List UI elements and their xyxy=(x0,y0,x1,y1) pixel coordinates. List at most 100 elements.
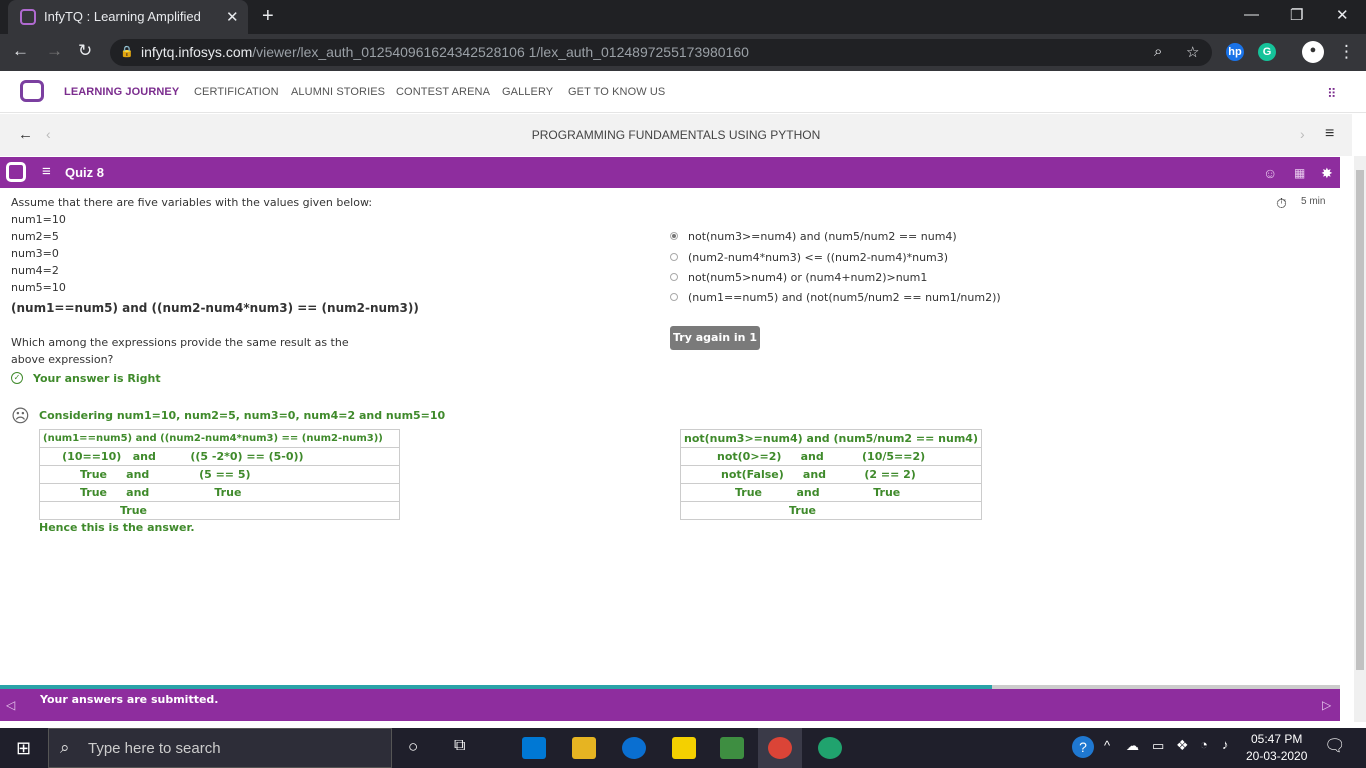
table-row: True xyxy=(680,501,982,520)
var-num3: num3=0 xyxy=(11,247,59,260)
table-row: not(False) and (2 == 2) xyxy=(680,465,982,484)
course-title: PROGRAMMING FUNDAMENTALS USING PYTHON xyxy=(531,128,821,142)
clock-date: 20-03-2020 xyxy=(1246,749,1308,763)
table-cell: True xyxy=(680,501,982,520)
left-evaluation-table: (num1==num5) and ((num2-num4*num3) == (n… xyxy=(39,429,400,520)
option-label-1[interactable]: not(num3>=num4) and (num5/num2 == num4) xyxy=(688,230,957,243)
nav-gallery[interactable]: GALLERY xyxy=(502,86,553,98)
restore-icon[interactable]: ❐ xyxy=(1290,6,1303,24)
option-radio-4[interactable] xyxy=(670,293,678,301)
option-radio-1[interactable] xyxy=(670,232,678,240)
nav-alumni-stories[interactable]: ALUMNI STORIES xyxy=(291,86,385,98)
conclusion-text: Hence this is the answer. xyxy=(39,521,195,534)
infytq-logo[interactable] xyxy=(20,80,44,102)
bookmark-star-icon[interactable]: ☆ xyxy=(1186,43,1199,61)
submission-message: Your answers are submitted. xyxy=(40,693,219,706)
table-cell: True and (5 == 5) xyxy=(39,465,400,484)
table-cell: not(False) and (2 == 2) xyxy=(680,465,982,484)
var-num1: num1=10 xyxy=(11,213,66,226)
atom-icon[interactable] xyxy=(818,737,842,759)
var-num2: num2=5 xyxy=(11,230,59,243)
task-view-icon[interactable]: ⧉ xyxy=(454,737,465,755)
stopwatch-icon: ⏱ xyxy=(1276,195,1287,211)
table-row: not(0>=2) and (10/5==2) xyxy=(680,447,982,466)
chrome-icon[interactable] xyxy=(768,737,792,759)
apps-grid-icon[interactable]: ⠿ xyxy=(1327,86,1337,102)
explanation-title: Considering num1=10, num2=5, num3=0, num… xyxy=(39,409,446,422)
table-cell: not(num3>=num4) and (num5/num2 == num4) xyxy=(680,429,982,448)
option-radio-3[interactable] xyxy=(670,273,678,281)
edge-browser-icon[interactable] xyxy=(622,737,646,759)
help-icon[interactable]: ? xyxy=(1072,736,1094,758)
nav-learning-journey[interactable]: LEARNING JOURNEY xyxy=(64,86,179,98)
option-label-3[interactable]: not(num5>num4) or (num4+num2)>num1 xyxy=(688,271,927,284)
hamburger-menu-icon[interactable]: ≡ xyxy=(1325,125,1334,143)
tray-chevron-icon[interactable]: ^ xyxy=(1104,738,1110,753)
table-cell: True xyxy=(39,501,400,520)
cloud-icon[interactable]: ☁ xyxy=(1126,738,1139,754)
volume-icon[interactable]: ♪ xyxy=(1222,737,1229,752)
profile-avatar-icon[interactable]: ● xyxy=(1302,41,1324,63)
sticky-notes-icon[interactable] xyxy=(672,737,696,759)
table-row: (10==10) and ((5 -2*0) == (5-0)) xyxy=(39,447,400,466)
zoom-icon[interactable]: ⌕ xyxy=(1154,43,1162,60)
nav-get-to-know-us[interactable]: GET TO KNOW US xyxy=(568,86,665,98)
calendar-icon[interactable]: ▦ xyxy=(1294,166,1305,180)
question-intro: Assume that there are five variables wit… xyxy=(11,196,373,209)
new-tab-button[interactable]: + xyxy=(262,5,274,28)
clock-time: 05:47 PM xyxy=(1251,732,1303,746)
table-cell: True and True xyxy=(680,483,982,502)
table-row: (num1==num5) and ((num2-num4*num3) == (n… xyxy=(39,429,400,448)
option-label-2[interactable]: (num2-num4*num3) <= ((num2-num4)*num3) xyxy=(688,251,948,264)
windows-start-icon[interactable]: ⊞ xyxy=(16,738,31,759)
grammarly-extension-icon[interactable]: G xyxy=(1258,43,1276,61)
hp-extension-icon[interactable]: hp xyxy=(1226,43,1244,61)
quiz-header xyxy=(0,157,1340,188)
previous-triangle-icon[interactable]: ◁ xyxy=(6,698,15,712)
battery-icon[interactable]: ▭ xyxy=(1152,738,1164,754)
lock-icon[interactable]: 🔒 xyxy=(120,45,134,58)
question-line-1: Which among the expressions provide the … xyxy=(11,336,349,349)
table-cell: not(0>=2) and (10/5==2) xyxy=(680,447,982,466)
forward-arrow-icon[interactable]: → xyxy=(46,41,63,61)
option-label-4[interactable]: (num1==num5) and (not(num5/num2 == num1/… xyxy=(688,291,1001,304)
tab-title: InfyTQ : Learning Amplified xyxy=(44,9,201,24)
table-cell: True and True xyxy=(39,483,400,502)
taskbar-search-placeholder[interactable]: Type here to search xyxy=(88,740,221,757)
file-explorer-icon[interactable] xyxy=(572,737,596,759)
result-message: Your answer is Right xyxy=(33,372,161,385)
smiley-feedback-icon[interactable]: ☺ xyxy=(1263,165,1277,181)
nav-contest-arena[interactable]: CONTEST ARENA xyxy=(396,86,490,98)
try-again-button[interactable]: Try again in 1 xyxy=(670,326,760,350)
browser-tab[interactable]: InfyTQ : Learning Amplified ✕ xyxy=(8,0,248,34)
settings-gear-icon[interactable]: ✸ xyxy=(1321,165,1333,182)
url-text[interactable]: infytq.infosys.com/viewer/lex_auth_01254… xyxy=(141,44,749,60)
toc-menu-icon[interactable]: ≡ xyxy=(42,163,51,180)
notifications-icon[interactable]: 🗨 xyxy=(1324,736,1346,756)
close-window-icon[interactable]: ✕ xyxy=(1336,6,1349,24)
dropbox-icon[interactable]: ❖ xyxy=(1176,737,1189,754)
table-cell: (10==10) and ((5 -2*0) == (5-0)) xyxy=(39,447,400,466)
wifi-icon[interactable]: ◔ xyxy=(1200,737,1208,752)
chart-app-icon[interactable] xyxy=(720,737,744,759)
reload-icon[interactable]: ↻ xyxy=(78,41,92,61)
back-arrow-icon[interactable]: ← xyxy=(12,41,29,61)
next-chevron-icon[interactable]: › xyxy=(1300,126,1305,142)
scrollbar-thumb[interactable] xyxy=(1356,170,1364,670)
nav-certification[interactable]: CERTIFICATION xyxy=(194,86,279,98)
table-row: True and (5 == 5) xyxy=(39,465,400,484)
cortana-icon[interactable]: ○ xyxy=(408,737,418,757)
vscode-icon[interactable] xyxy=(522,737,546,759)
close-tab-icon[interactable]: ✕ xyxy=(226,8,239,26)
question-expression: (num1==num5) and ((num2-num4*num3) == (n… xyxy=(11,301,419,315)
next-triangle-icon[interactable]: ▷ xyxy=(1322,698,1331,712)
infytq-favicon-icon xyxy=(20,9,36,25)
search-icon: ⌕ xyxy=(60,738,70,757)
browser-menu-icon[interactable]: ⋮ xyxy=(1338,42,1355,62)
taskbar-clock[interactable]: 05:47 PM 20-03-2020 xyxy=(1246,731,1307,765)
minimize-icon[interactable]: — xyxy=(1244,6,1259,23)
table-cell: (num1==num5) and ((num2-num4*num3) == (n… xyxy=(39,429,400,448)
option-radio-2[interactable] xyxy=(670,253,678,261)
head-thinking-icon: ☹ xyxy=(11,406,30,426)
table-row: True and True xyxy=(39,483,400,502)
